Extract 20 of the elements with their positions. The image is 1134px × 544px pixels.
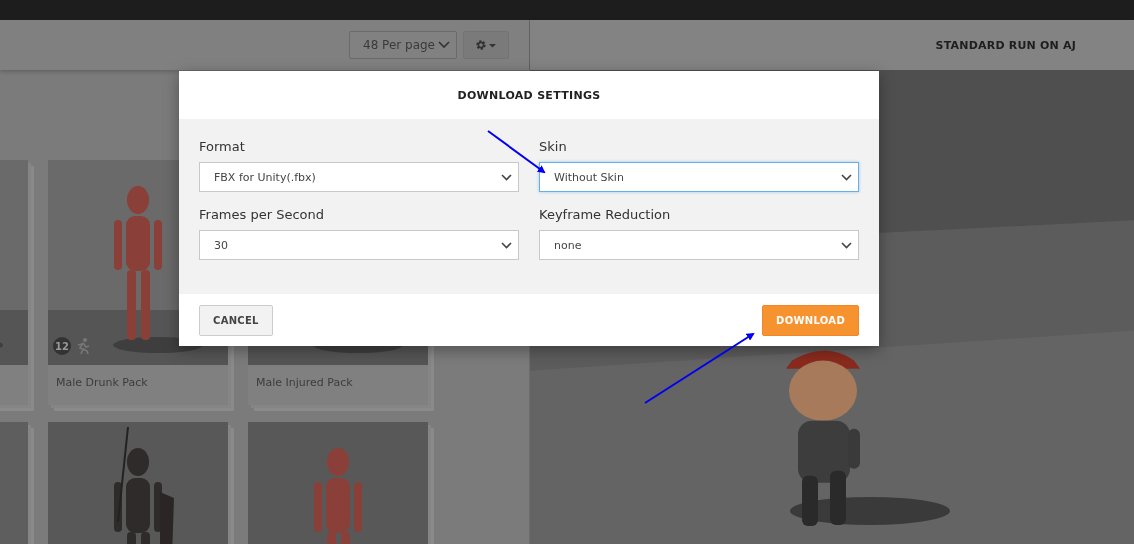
settings-icon [475,39,497,51]
dropdown[interactable]: 30 [199,230,519,260]
dropdown[interactable]: Without Skin [539,162,859,192]
field-label: Keyframe Reduction [539,207,672,223]
chevron-down-icon [438,41,450,49]
card-title: Male Injured Pack [255,375,354,391]
chevron-down-icon [841,241,852,249]
field-label: Format [199,139,246,155]
preview-title: STANDARD RUN ON AJ [935,38,1076,52]
field-label: Skin [539,139,568,155]
dropdown[interactable]: none [539,230,859,260]
chevron-down-icon [501,173,512,181]
chevron-down-icon [841,173,852,181]
cancel-button[interactable]: CANCEL [199,304,273,336]
dropdown[interactable]: FBX for Unity(.fbx) [199,162,519,192]
settings-button[interactable] [463,31,509,59]
running-figure-icon [75,337,91,355]
card-title: Male Drunk Pack [55,375,149,391]
chevron-down-icon [501,241,512,249]
dialog-title: DOWNLOAD SETTINGS [457,88,601,102]
